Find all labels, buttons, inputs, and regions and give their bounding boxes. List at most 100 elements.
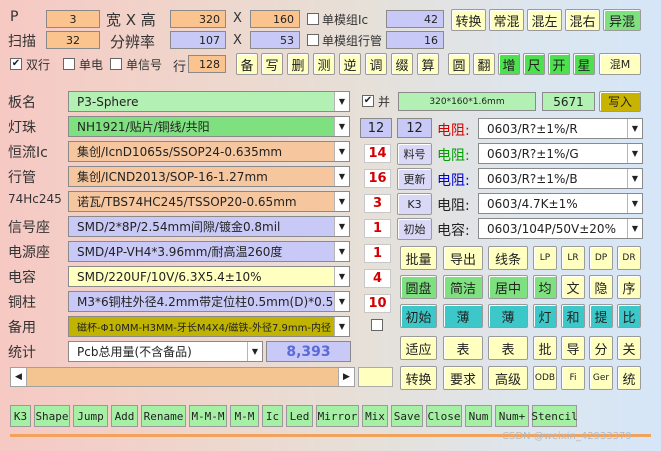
single-signal-checkbox[interactable] bbox=[110, 58, 122, 70]
chevron-down-icon[interactable]: ▼ bbox=[627, 169, 642, 188]
bottom-button-num-[interactable]: Num+ bbox=[495, 405, 529, 427]
circle-button[interactable]: 圆 bbox=[448, 53, 470, 75]
chevron-down-icon[interactable]: ▼ bbox=[334, 92, 349, 111]
star-button[interactable]: 星 bbox=[573, 53, 595, 75]
bottom-button-led[interactable]: Led bbox=[286, 405, 313, 427]
grid-button-1-1[interactable]: 简洁 bbox=[443, 275, 483, 299]
mix-m-button[interactable]: 混M bbox=[599, 53, 641, 75]
chevron-down-icon[interactable]: ▼ bbox=[334, 117, 349, 136]
spare-field[interactable]: 磁杯-Φ10MM-H3MM-牙长M4X4/磁铁-外径7.9mm-内径 bbox=[68, 316, 350, 337]
delete-button[interactable]: 删 bbox=[287, 53, 309, 75]
resistor-r-select[interactable]: 0603/R?±1%/R bbox=[478, 118, 643, 139]
normal-mix-button[interactable]: 常混 bbox=[489, 9, 524, 31]
row-driver-field[interactable]: 集创/ICND2013/SOP-16-1.27mm bbox=[68, 166, 350, 187]
chevron-down-icon[interactable]: ▼ bbox=[334, 142, 349, 161]
hc245-field[interactable]: 诺瓦/TBS74HC245/TSSOP20-0.65mm bbox=[68, 191, 350, 212]
grid-button-3-3[interactable]: 批 bbox=[533, 336, 557, 360]
chevron-down-icon[interactable]: ▼ bbox=[627, 194, 642, 213]
grid-button-3-2[interactable]: 表 bbox=[488, 336, 528, 360]
bottom-button-num[interactable]: Num bbox=[465, 405, 492, 427]
k3-button[interactable]: K3 bbox=[397, 193, 432, 215]
bottom-button-close[interactable]: Close bbox=[426, 405, 462, 427]
test-button[interactable]: 测 bbox=[313, 53, 335, 75]
grid-button-3-0[interactable]: 适应 bbox=[400, 336, 437, 360]
reverse-button[interactable]: 逆 bbox=[339, 53, 361, 75]
scroll-left-icon[interactable]: ◀ bbox=[11, 368, 27, 386]
bottom-button-ic[interactable]: Ic bbox=[262, 405, 283, 427]
mix-right-button[interactable]: 混右 bbox=[565, 9, 600, 31]
double-row-checkbox[interactable]: ✔ bbox=[10, 58, 22, 70]
open-button[interactable]: 开 bbox=[548, 53, 570, 75]
grid-button-2-0[interactable]: 初始 bbox=[400, 304, 437, 328]
bottom-button-mix[interactable]: Mix bbox=[362, 405, 388, 427]
grid-button-3-4[interactable]: 导 bbox=[561, 336, 585, 360]
grid-button-1-0[interactable]: 圆盘 bbox=[400, 275, 437, 299]
stat-select[interactable]: Pcb总用量(不含备品) bbox=[68, 341, 263, 362]
flip-button[interactable]: 翻 bbox=[473, 53, 495, 75]
grid-button-2-5[interactable]: 提 bbox=[589, 304, 613, 328]
single-elec-checkbox[interactable] bbox=[63, 58, 75, 70]
ruler-button[interactable]: 尺 bbox=[523, 53, 545, 75]
add-button[interactable]: 增 bbox=[498, 53, 520, 75]
grid-button-2-4[interactable]: 和 bbox=[561, 304, 585, 328]
capacitor-select[interactable]: 0603/104P/50V±20% bbox=[478, 218, 643, 239]
grid-button-1-2[interactable]: 居中 bbox=[488, 275, 528, 299]
height-input[interactable]: 160 bbox=[250, 10, 300, 28]
calc-button[interactable]: 算 bbox=[417, 53, 439, 75]
and-checkbox[interactable]: ✔ bbox=[362, 95, 374, 107]
chevron-down-icon[interactable]: ▼ bbox=[334, 317, 349, 336]
grid-button-4-2[interactable]: 高级 bbox=[488, 366, 528, 390]
grid-button-0-1[interactable]: 导出 bbox=[443, 246, 483, 270]
chevron-down-icon[interactable]: ▼ bbox=[627, 144, 642, 163]
bottom-button-m-m[interactable]: M-M bbox=[230, 405, 259, 427]
p-input[interactable]: 3 bbox=[46, 10, 100, 28]
diff-mix-button[interactable]: 异混 bbox=[603, 9, 641, 31]
scroll-right-icon[interactable]: ▶ bbox=[338, 368, 354, 386]
single-row-value[interactable]: 16 bbox=[386, 31, 444, 49]
import-button[interactable]: 写入 bbox=[599, 91, 641, 112]
grid-button-1-3[interactable]: 均 bbox=[533, 275, 557, 299]
grid-button-1-4[interactable]: 文 bbox=[561, 275, 585, 299]
res-x-input[interactable]: 107 bbox=[170, 31, 226, 49]
signal-socket-field[interactable]: SMD/2*8P/2.54mm间隙/镀金0.8mil bbox=[68, 216, 350, 237]
grid-button-0-4[interactable]: LR bbox=[561, 246, 585, 270]
chevron-down-icon[interactable]: ▼ bbox=[334, 217, 349, 236]
grid-button-4-6[interactable]: 统 bbox=[617, 366, 641, 390]
res-y-input[interactable]: 53 bbox=[250, 31, 300, 49]
mix-left-button[interactable]: 混左 bbox=[527, 9, 562, 31]
bottom-button-stencil[interactable]: Stencil bbox=[531, 405, 578, 427]
constant-current-ic-field[interactable]: 集创/IcnD1065s/SSOP24-0.635mm bbox=[68, 141, 350, 162]
single-row-checkbox[interactable] bbox=[307, 34, 319, 46]
grid-button-0-2[interactable]: 线条 bbox=[488, 246, 528, 270]
grid-button-3-6[interactable]: 关 bbox=[617, 336, 641, 360]
write-button[interactable]: 写 bbox=[261, 53, 283, 75]
spare-checkbox[interactable] bbox=[371, 319, 383, 331]
convert-button[interactable]: 转换 bbox=[451, 9, 486, 31]
grid-button-1-6[interactable]: 序 bbox=[617, 275, 641, 299]
bottom-button-k3[interactable]: K3 bbox=[10, 405, 31, 427]
copper-pillar-field[interactable]: M3*6铜柱外径4.2mm带定位柱0.5mm(D)*0.5 bbox=[68, 291, 350, 312]
grid-button-2-3[interactable]: 灯 bbox=[533, 304, 557, 328]
row-input[interactable]: 128 bbox=[188, 55, 226, 73]
bottom-button-shape[interactable]: Shape bbox=[34, 405, 70, 427]
grid-button-1-5[interactable]: 隐 bbox=[589, 275, 613, 299]
chevron-down-icon[interactable]: ▼ bbox=[247, 342, 262, 361]
bottom-button-rename[interactable]: Rename bbox=[141, 405, 186, 427]
grid-button-4-5[interactable]: Ger bbox=[589, 366, 613, 390]
chevron-down-icon[interactable]: ▼ bbox=[334, 267, 349, 286]
resistor-b-select[interactable]: 0603/R?±1%/B bbox=[478, 168, 643, 189]
chevron-down-icon[interactable]: ▼ bbox=[334, 242, 349, 261]
grid-button-0-0[interactable]: 批量 bbox=[400, 246, 437, 270]
scan-input[interactable]: 32 bbox=[46, 31, 100, 49]
bottom-button-save[interactable]: Save bbox=[391, 405, 423, 427]
grid-button-2-2[interactable]: 薄 bbox=[488, 304, 528, 328]
grid-button-2-6[interactable]: 比 bbox=[617, 304, 641, 328]
bottom-button-jump[interactable]: Jump bbox=[73, 405, 108, 427]
chevron-down-icon[interactable]: ▼ bbox=[334, 192, 349, 211]
backup-button[interactable]: 备 bbox=[236, 53, 258, 75]
grid-button-0-5[interactable]: DP bbox=[589, 246, 613, 270]
power-socket-field[interactable]: SMD/4P-VH4*3.96mm/耐高温260度 bbox=[68, 241, 350, 262]
board-name-field[interactable]: P3-Sphere bbox=[68, 91, 350, 112]
update-button[interactable]: 更新 bbox=[397, 168, 432, 190]
single-ic-value[interactable]: 42 bbox=[386, 10, 444, 28]
